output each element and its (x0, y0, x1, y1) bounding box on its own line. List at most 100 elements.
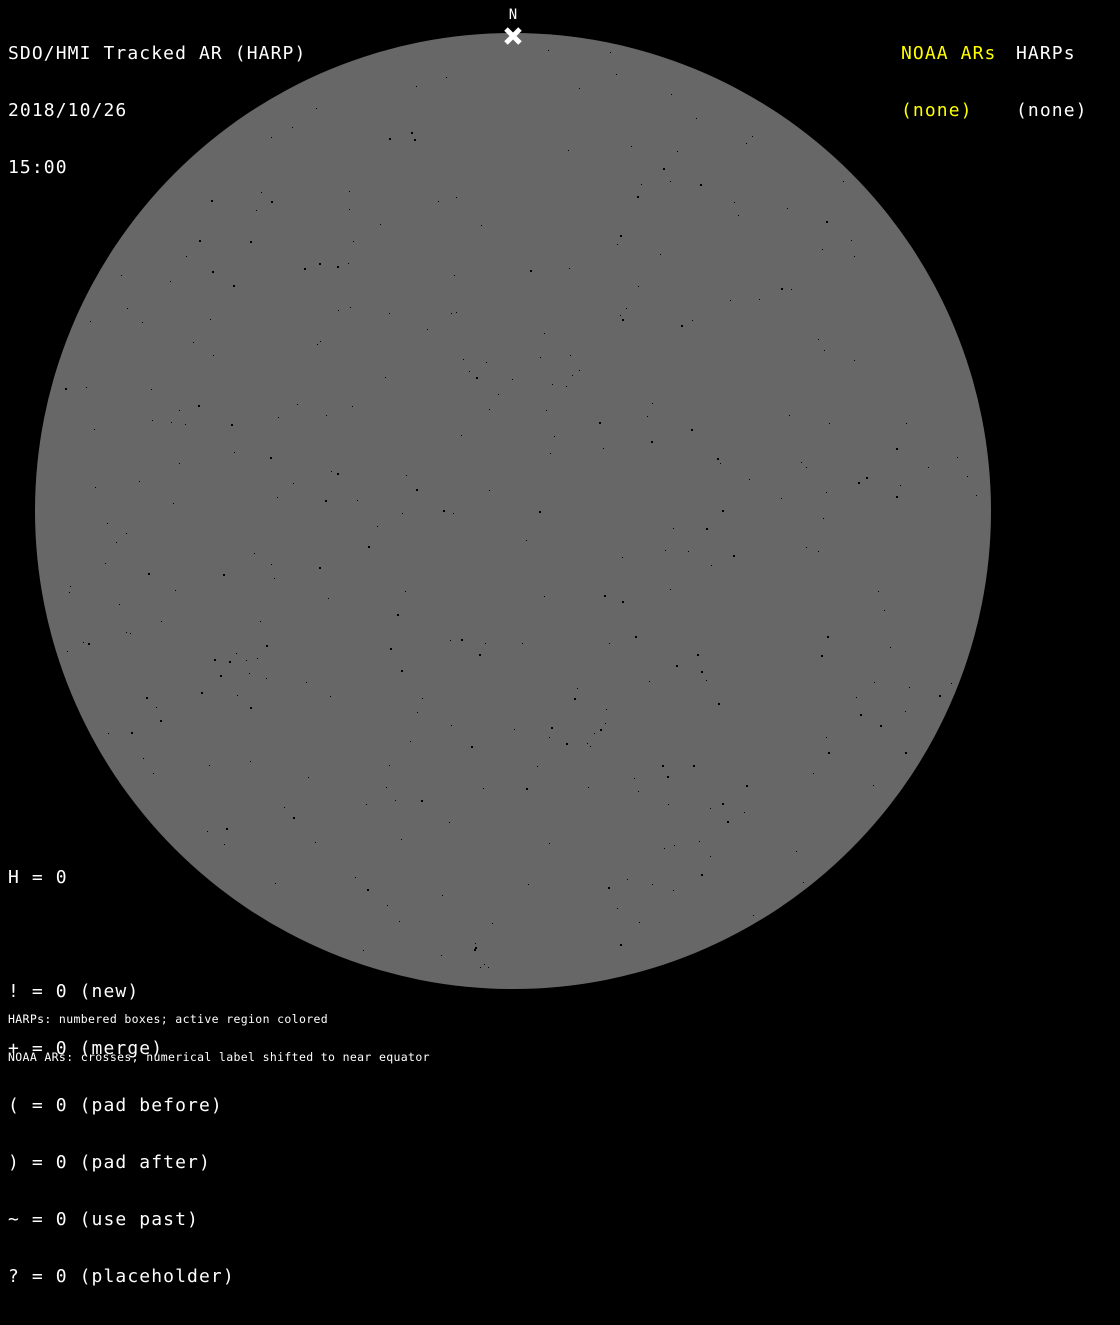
legend-line-pad-after: ) = 0 (pad after) (8, 1152, 211, 1173)
north-pole-label: N (508, 7, 518, 23)
sunspot-speckle (277, 497, 278, 498)
sunspot-speckle (278, 417, 279, 418)
sunspot-speckle (389, 765, 390, 766)
sunspot-speckle (928, 467, 929, 468)
sunspot-speckle (526, 540, 527, 541)
sunspot-speckle (631, 146, 632, 147)
sunspot-speckle (257, 658, 258, 659)
sunspot-speckle (540, 357, 541, 358)
sunspot-speckle (647, 416, 648, 417)
sunspot-speckle (720, 463, 721, 464)
sunspot-speckle (377, 526, 378, 527)
sunspot-speckle (236, 653, 237, 654)
sunspot-speckle (250, 761, 251, 762)
sunspot-speckle (967, 476, 968, 477)
sunspot-speckle (579, 370, 580, 371)
sunspot-speckle (326, 415, 327, 416)
sunspot-speckle (753, 915, 754, 916)
sunspot-speckle (803, 882, 804, 883)
sunspot-speckle (284, 807, 285, 808)
sunspot-speckle (549, 843, 550, 844)
sunspot-speckle (574, 698, 576, 700)
sunspot-speckle (127, 308, 128, 309)
sunspot-speckle (759, 299, 760, 300)
sunspot-speckle (610, 52, 611, 53)
sunspot-speckle (498, 394, 499, 395)
sunspot-speckle (843, 181, 844, 182)
sunspot-speckle (480, 967, 481, 968)
harp-tracker-frame: N SDO/HMI Tracked AR (HARP) 2018/10/26 1… (0, 0, 1120, 1286)
sunspot-speckle (701, 671, 703, 673)
sunspot-speckle (939, 695, 941, 697)
sunspot-speckle (652, 884, 653, 885)
sunspot-speckle (229, 661, 231, 663)
sunspot-speckle (95, 487, 96, 488)
harps-block: HARPs (none) (1016, 6, 1088, 158)
sunspot-speckle (638, 791, 639, 792)
sunspot-speckle (250, 707, 252, 709)
sunspot-speckle (308, 777, 309, 778)
sunspot-speckle (544, 333, 545, 334)
sunspot-speckle (605, 723, 606, 724)
sunspot-speckle (411, 132, 413, 134)
sunspot-speckle (791, 289, 792, 290)
sunspot-speckle (293, 817, 295, 819)
sunspot-speckle (105, 563, 106, 564)
sunspot-speckle (161, 621, 162, 622)
sunspot-speckle (622, 557, 623, 558)
sunspot-speckle (320, 341, 321, 342)
sunspot-speckle (829, 423, 830, 424)
sunspot-speckle (319, 263, 321, 265)
sunspot-speckle (909, 687, 910, 688)
sunspot-speckle (406, 475, 407, 476)
sunspot-speckle (878, 591, 879, 592)
sunspot-speckle (651, 441, 653, 443)
sunspot-speckle (641, 184, 642, 185)
sunspot-speckle (649, 681, 650, 682)
sunspot-speckle (528, 884, 529, 885)
sunspot-speckle (451, 313, 452, 314)
north-marker (503, 26, 523, 46)
sunspot-speckle (697, 654, 699, 656)
sunspot-speckle (806, 467, 807, 468)
sunspot-speckle (213, 355, 214, 356)
sunspot-speckle (896, 448, 898, 450)
sunspot-speckle (710, 856, 711, 857)
sunspot-speckle (976, 495, 977, 496)
sunspot-speckle (854, 256, 855, 257)
sunspot-speckle (781, 498, 782, 499)
sunspot-speckle (539, 511, 541, 513)
sunspot-speckle (483, 788, 484, 789)
sunspot-speckle (175, 590, 176, 591)
sunspot-speckle (626, 308, 627, 309)
sunspot-speckle (826, 492, 827, 493)
sunspot-speckle (461, 435, 462, 436)
sunspot-speckle (722, 510, 724, 512)
sunspot-speckle (826, 221, 828, 223)
sunspot-speckle (481, 225, 482, 226)
sunspot-speckle (201, 692, 203, 694)
sunspot-speckle (349, 191, 350, 192)
sunspot-speckle (471, 746, 473, 748)
sunspot-speckle (806, 547, 807, 548)
sunspot-speckle (787, 208, 788, 209)
sunspot-speckle (566, 743, 568, 745)
north-cross-icon (504, 27, 522, 45)
sunspot-speckle (572, 375, 573, 376)
sunspot-speckle (488, 967, 489, 968)
sunspot-speckle (822, 249, 823, 250)
harps-label: HARPs (1016, 43, 1076, 64)
sunspot-speckle (443, 510, 445, 512)
sunspot-speckle (606, 709, 607, 710)
sunspot-speckle (905, 711, 906, 712)
sunspot-speckle (484, 964, 485, 965)
sunspot-speckle (350, 307, 351, 308)
sunspot-speckle (209, 765, 210, 766)
sunspot-speckle (297, 404, 298, 405)
sunspot-speckle (399, 921, 400, 922)
sunspot-speckle (275, 883, 276, 884)
sunspot-speckle (604, 595, 606, 597)
sunspot-speckle (352, 406, 353, 407)
sunspot-speckle (210, 319, 211, 320)
sunspot-speckle (824, 350, 825, 351)
